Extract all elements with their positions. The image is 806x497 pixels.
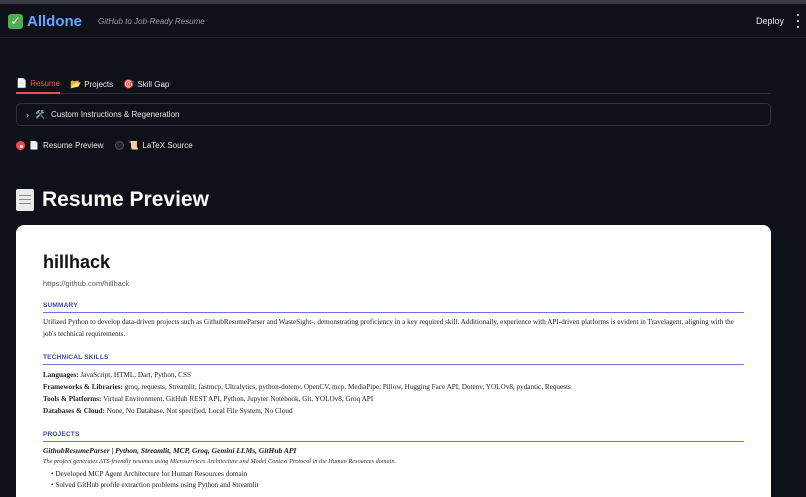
resume-github-link[interactable]: https://github.com/hillhack <box>43 279 744 288</box>
skill-label: Databases & Cloud: <box>43 407 105 415</box>
project-bullets: Developed MCP Agent Architecture for Hum… <box>43 469 744 491</box>
page-title-text: Resume Preview <box>42 188 209 211</box>
list-item: Developed MCP Agent Architecture for Hum… <box>51 469 744 480</box>
skill-value: None, No Database, Not specified, Local … <box>106 407 293 415</box>
radio-resume-preview[interactable]: 📄 Resume Preview <box>16 141 103 150</box>
chevron-right-icon: › <box>26 109 29 120</box>
brand[interactable]: ✓ Alldone <box>8 13 82 30</box>
custom-instructions-expander[interactable]: › 🛠️ Custom Instructions & Regeneration <box>16 103 771 126</box>
tab-bar: 📄 Resume 📂 Projects 🎯 Skill Gap <box>16 74 771 94</box>
skill-value: Virtual Environment, GitHub REST API, Py… <box>103 395 374 403</box>
tab-label: Resume <box>30 79 61 88</box>
checkmark-icon: ✓ <box>8 14 23 29</box>
folder-icon: 📂 <box>70 79 82 89</box>
tab-resume[interactable]: 📄 Resume <box>16 74 61 94</box>
tagline: GitHub to Job-Ready Resume <box>98 17 205 26</box>
tab-label: Projects <box>84 80 114 89</box>
skill-row: Languages: JavaScript, HTML, Dart, Pytho… <box>43 369 744 381</box>
main-menu-icon[interactable] <box>796 14 800 28</box>
radio-latex-source[interactable]: 📜 LaTeX Source <box>115 141 193 150</box>
radio-label: Resume Preview <box>42 141 104 150</box>
skill-row: Tools & Platforms: Virtual Environment, … <box>43 393 744 405</box>
skill-row: Frameworks & Libraries: groq, requests, … <box>43 381 744 393</box>
skill-label: Languages: <box>43 371 79 379</box>
summary-heading: SUMMARY <box>43 302 744 313</box>
summary-text: Utilized Python to develop data-driven p… <box>43 318 734 338</box>
radio-label: LaTeX Source <box>142 141 193 150</box>
scroll-icon: 📜 <box>128 141 139 150</box>
tab-label: Skill Gap <box>137 80 170 89</box>
brand-name: Alldone <box>27 13 82 30</box>
deploy-button[interactable]: Deploy <box>756 16 784 26</box>
skill-value: JavaScript, HTML, Dart, Python, CSS <box>80 371 191 379</box>
target-icon: 🎯 <box>123 79 135 89</box>
resume-preview: hillhack https://github.com/hillhack SUM… <box>16 225 771 497</box>
radio-dot-selected[interactable] <box>16 141 25 150</box>
project-title: GithubResumeParser | Python, Streamlit, … <box>43 446 297 455</box>
document-icon: 📄 <box>16 78 28 88</box>
list-item: Solved GitHub profile extraction problem… <box>51 480 744 491</box>
view-radio-group: 📄 Resume Preview 📜 LaTeX Source <box>16 141 193 150</box>
skills-list: Languages: JavaScript, HTML, Dart, Pytho… <box>43 369 744 417</box>
skills-heading: TECHNICAL SKILLS <box>43 354 744 365</box>
document-icon <box>16 189 34 211</box>
tab-projects[interactable]: 📂 Projects <box>70 74 113 94</box>
expander-label: Custom Instructions & Regeneration <box>50 110 180 119</box>
skill-value: groq, requests, Streamlit, fastmcp, Ultr… <box>124 383 571 391</box>
radio-dot[interactable] <box>115 141 125 150</box>
skill-label: Tools & Platforms: <box>43 395 102 403</box>
skill-row: Databases & Cloud: None, No Database, No… <box>43 405 744 417</box>
skill-label: Frameworks & Libraries: <box>43 383 123 391</box>
resume-name: hillhack <box>43 252 111 272</box>
projects-heading: PROJECTS <box>43 431 744 442</box>
app-header: ✓ Alldone GitHub to Job-Ready Resume Dep… <box>0 4 806 38</box>
tools-icon: 🛠️ <box>35 110 45 119</box>
tab-skill-gap[interactable]: 🎯 Skill Gap <box>123 74 169 94</box>
document-icon: 📄 <box>29 141 39 150</box>
page-title: Resume Preview <box>16 188 209 212</box>
project-description: The project generates ATS-friendly resum… <box>43 458 397 465</box>
